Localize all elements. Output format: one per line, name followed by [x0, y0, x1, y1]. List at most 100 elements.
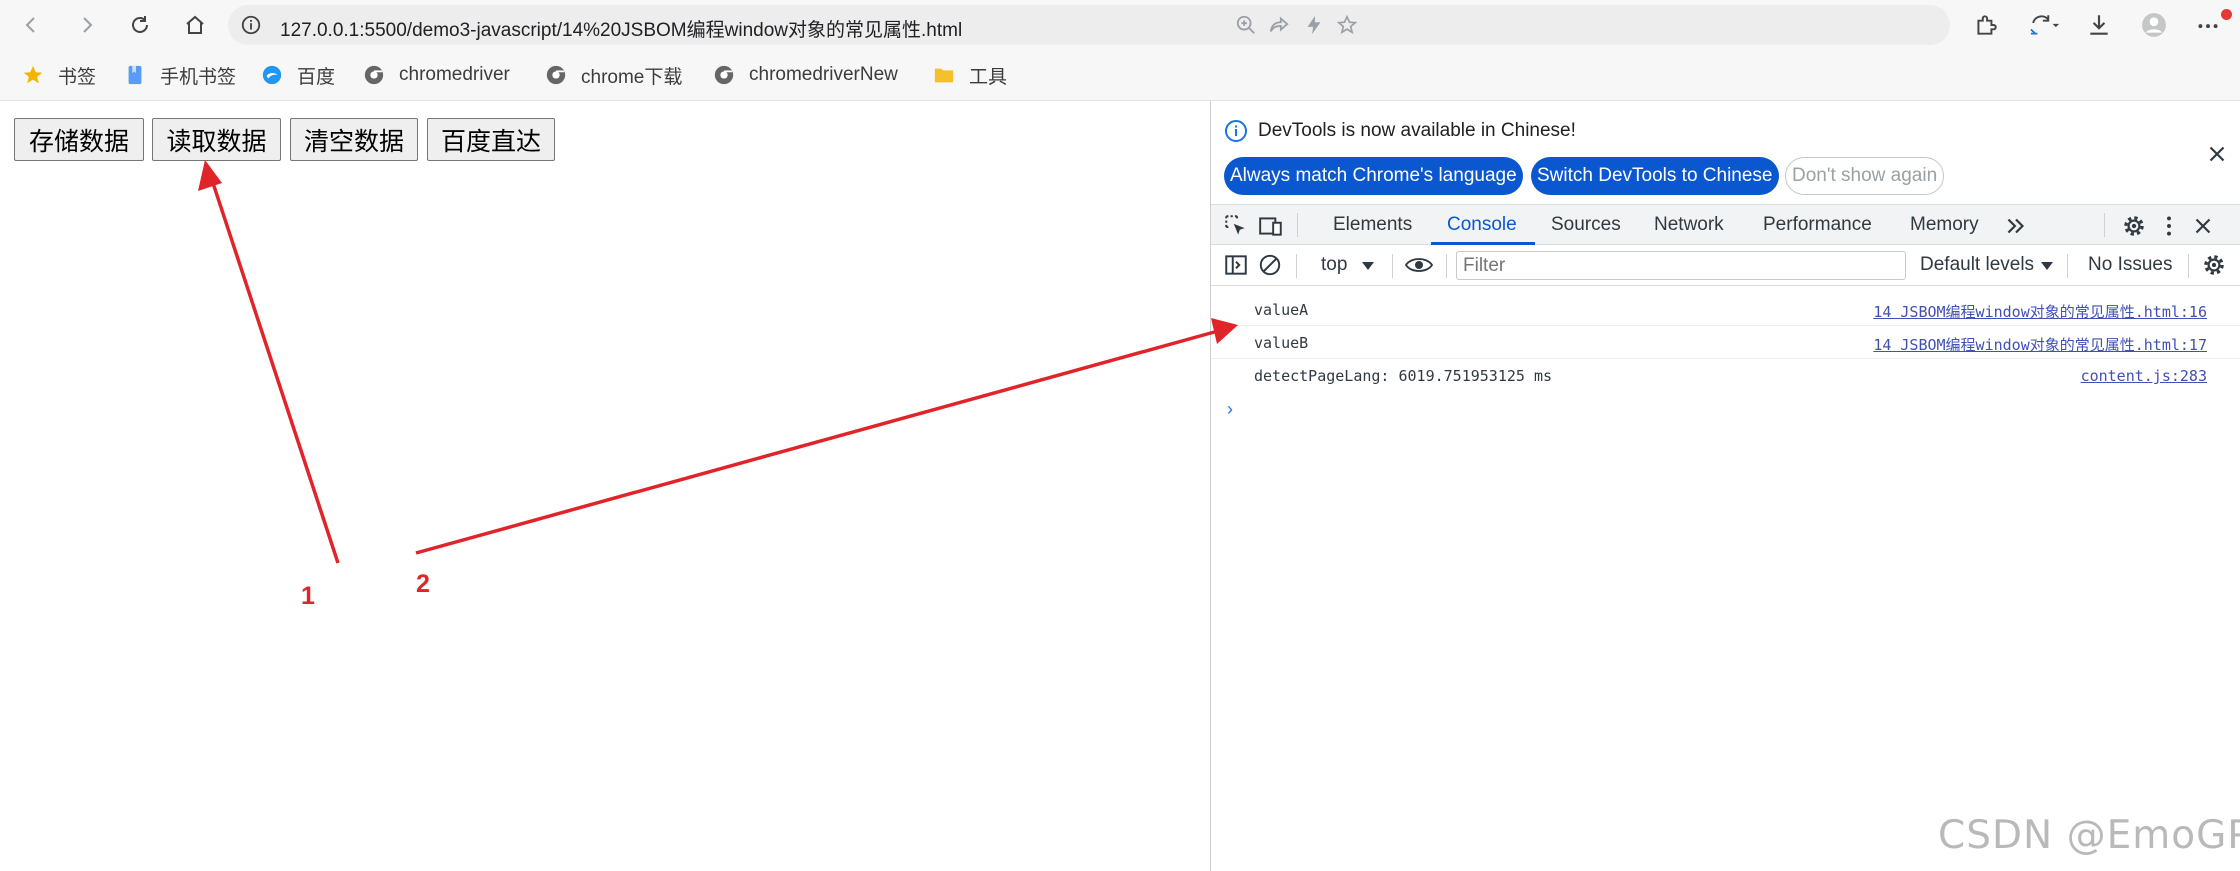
toolbar-separator	[2188, 254, 2189, 278]
bookmark-item[interactable]: chromedriverNew	[713, 61, 898, 89]
live-expression-eye-icon[interactable]	[1404, 252, 1434, 278]
toolbar-separator	[1446, 254, 1447, 278]
more-menu-button[interactable]	[2193, 10, 2223, 40]
chrome-icon	[545, 64, 567, 86]
chevron-down-icon	[2041, 262, 2053, 270]
log-message: valueA	[1254, 301, 1309, 319]
folder-icon	[933, 64, 955, 86]
profile-button[interactable]	[2139, 10, 2169, 40]
chevron-down-icon	[1362, 262, 1374, 270]
reload-icon	[132, 16, 148, 33]
annotation-number-2: 2	[416, 570, 430, 598]
console-settings-icon[interactable]	[2201, 252, 2227, 278]
chrome-icon	[363, 64, 385, 86]
clear-data-button[interactable]: 清空数据	[290, 118, 418, 161]
devtools-tab-bar: Elements Console Sources Network Perform…	[1211, 204, 2240, 245]
devtools-panel: DevTools is now available in Chinese! Al…	[1210, 101, 2240, 871]
watermark: CSDN @EmoGP	[1938, 813, 2240, 858]
forward-icon	[83, 17, 93, 33]
bookmark-item[interactable]: chrome下载	[545, 61, 682, 89]
reload-button[interactable]	[121, 6, 159, 44]
tab-memory[interactable]: Memory	[1910, 205, 1979, 245]
language-infobar: DevTools is now available in Chinese! Al…	[1211, 101, 2240, 204]
settings-gear-icon[interactable]	[2121, 213, 2147, 239]
log-source-link[interactable]: content.js:283	[2081, 367, 2207, 385]
bookmark-item[interactable]: 手机书签	[124, 61, 236, 89]
extensions-button[interactable]	[1971, 10, 2001, 40]
console-log-row: valueA 14 JSBOM编程window对象的常见属性.html:16	[1211, 293, 2240, 326]
tab-sources[interactable]: Sources	[1551, 205, 1621, 245]
address-bar[interactable]: 127.0.0.1:5500/demo3-javascript/14%20JSB…	[228, 5, 1950, 45]
profile-icon	[2142, 13, 2166, 37]
bookmark-item[interactable]: chromedriver	[363, 61, 510, 89]
close-icon[interactable]	[2204, 141, 2230, 167]
toolbar-separator	[1392, 254, 1393, 278]
bookmark-item[interactable]: 工具	[933, 61, 1007, 89]
filter-input[interactable]	[1463, 256, 1893, 276]
store-data-button[interactable]: 存储数据	[14, 118, 144, 161]
extensions-icon	[1977, 15, 1997, 35]
url-text[interactable]: 127.0.0.1:5500/demo3-javascript/14%20JSB…	[280, 15, 962, 42]
inspect-element-icon[interactable]	[1223, 213, 1249, 239]
more-icon	[2198, 24, 2218, 29]
baidu-direct-button[interactable]: 百度直达	[427, 118, 555, 161]
filter-field[interactable]	[1456, 251, 1906, 280]
log-message: valueB	[1254, 334, 1309, 352]
back-button[interactable]	[12, 6, 50, 44]
log-source-link[interactable]: 14 JSBOM编程window对象的常见属性.html:16	[1873, 301, 2207, 322]
console-log-row: valueB 14 JSBOM编程window对象的常见属性.html:17	[1211, 326, 2240, 359]
favorite-star-icon[interactable]	[1336, 14, 1358, 36]
switch-to-chinese-button[interactable]: Switch DevTools to Chinese	[1531, 157, 1779, 195]
customize-menu-icon[interactable]	[2156, 213, 2182, 239]
home-icon	[186, 15, 204, 34]
always-match-language-button[interactable]: Always match Chrome's language	[1224, 157, 1523, 195]
bookmark-label: chromedriverNew	[749, 64, 898, 85]
log-message: detectPageLang: 6019.751953125 ms	[1254, 367, 1553, 385]
issues-counter[interactable]: No Issues	[2088, 254, 2172, 276]
site-info-icon[interactable]	[240, 14, 262, 36]
home-button[interactable]	[176, 6, 214, 44]
log-levels-dropdown[interactable]: Default levels	[1920, 254, 2034, 276]
notification-dot	[2221, 9, 2232, 20]
tab-performance[interactable]: Performance	[1763, 205, 1872, 245]
baidu-icon	[261, 64, 283, 86]
forward-button[interactable]	[68, 6, 106, 44]
device-toolbar-icon[interactable]	[1258, 213, 1284, 239]
annotation-number-1: 1	[301, 582, 315, 610]
bookmark-label: 书签	[58, 66, 97, 88]
zoom-icon[interactable]	[1235, 14, 1257, 36]
sync-button[interactable]	[2025, 10, 2065, 40]
log-source-link[interactable]: 14 JSBOM编程window对象的常见属性.html:17	[1873, 334, 2207, 355]
browser-toolbar: 127.0.0.1:5500/demo3-javascript/14%20JSB…	[0, 0, 2240, 49]
info-icon	[1225, 120, 1247, 142]
close-devtools-icon[interactable]	[2190, 213, 2216, 239]
bookmark-label: chrome下载	[581, 66, 683, 88]
tab-separator	[2104, 213, 2105, 237]
sync-icon	[2030, 15, 2060, 35]
bookmark-item[interactable]: 书签	[22, 61, 96, 89]
toolbar-separator	[1296, 254, 1297, 278]
mobile-bookmark-icon	[124, 64, 146, 86]
read-data-button[interactable]: 读取数据	[152, 118, 281, 161]
back-icon	[25, 17, 35, 33]
dont-show-again-button[interactable]: Don't show again	[1785, 157, 1945, 195]
context-selector[interactable]: top	[1321, 254, 1347, 276]
infobar-message: DevTools is now available in Chinese!	[1258, 120, 1576, 141]
tab-console[interactable]: Console	[1447, 205, 1517, 245]
performance-icon[interactable]	[1303, 14, 1325, 36]
chrome-icon	[713, 64, 735, 86]
console-prompt[interactable]: ›	[1227, 399, 1233, 420]
share-icon[interactable]	[1268, 14, 1290, 36]
more-tabs-icon[interactable]	[2003, 213, 2029, 239]
star-icon	[22, 64, 44, 86]
download-icon	[2090, 15, 2108, 35]
bookmark-item[interactable]: 百度	[261, 61, 335, 89]
tab-elements[interactable]: Elements	[1333, 205, 1412, 245]
tab-network[interactable]: Network	[1654, 205, 1724, 245]
downloads-button[interactable]	[2084, 10, 2114, 40]
page-content: 存储数据 读取数据 清空数据 百度直达 1 2	[0, 101, 1210, 871]
bookmarks-bar: 书签 手机书签 百度 chromedriver chrome下载 chromed…	[0, 49, 2240, 101]
sidebar-toggle-icon[interactable]	[1223, 252, 1249, 278]
clear-console-icon[interactable]	[1257, 252, 1283, 278]
bookmark-label: chromedriver	[399, 64, 510, 85]
